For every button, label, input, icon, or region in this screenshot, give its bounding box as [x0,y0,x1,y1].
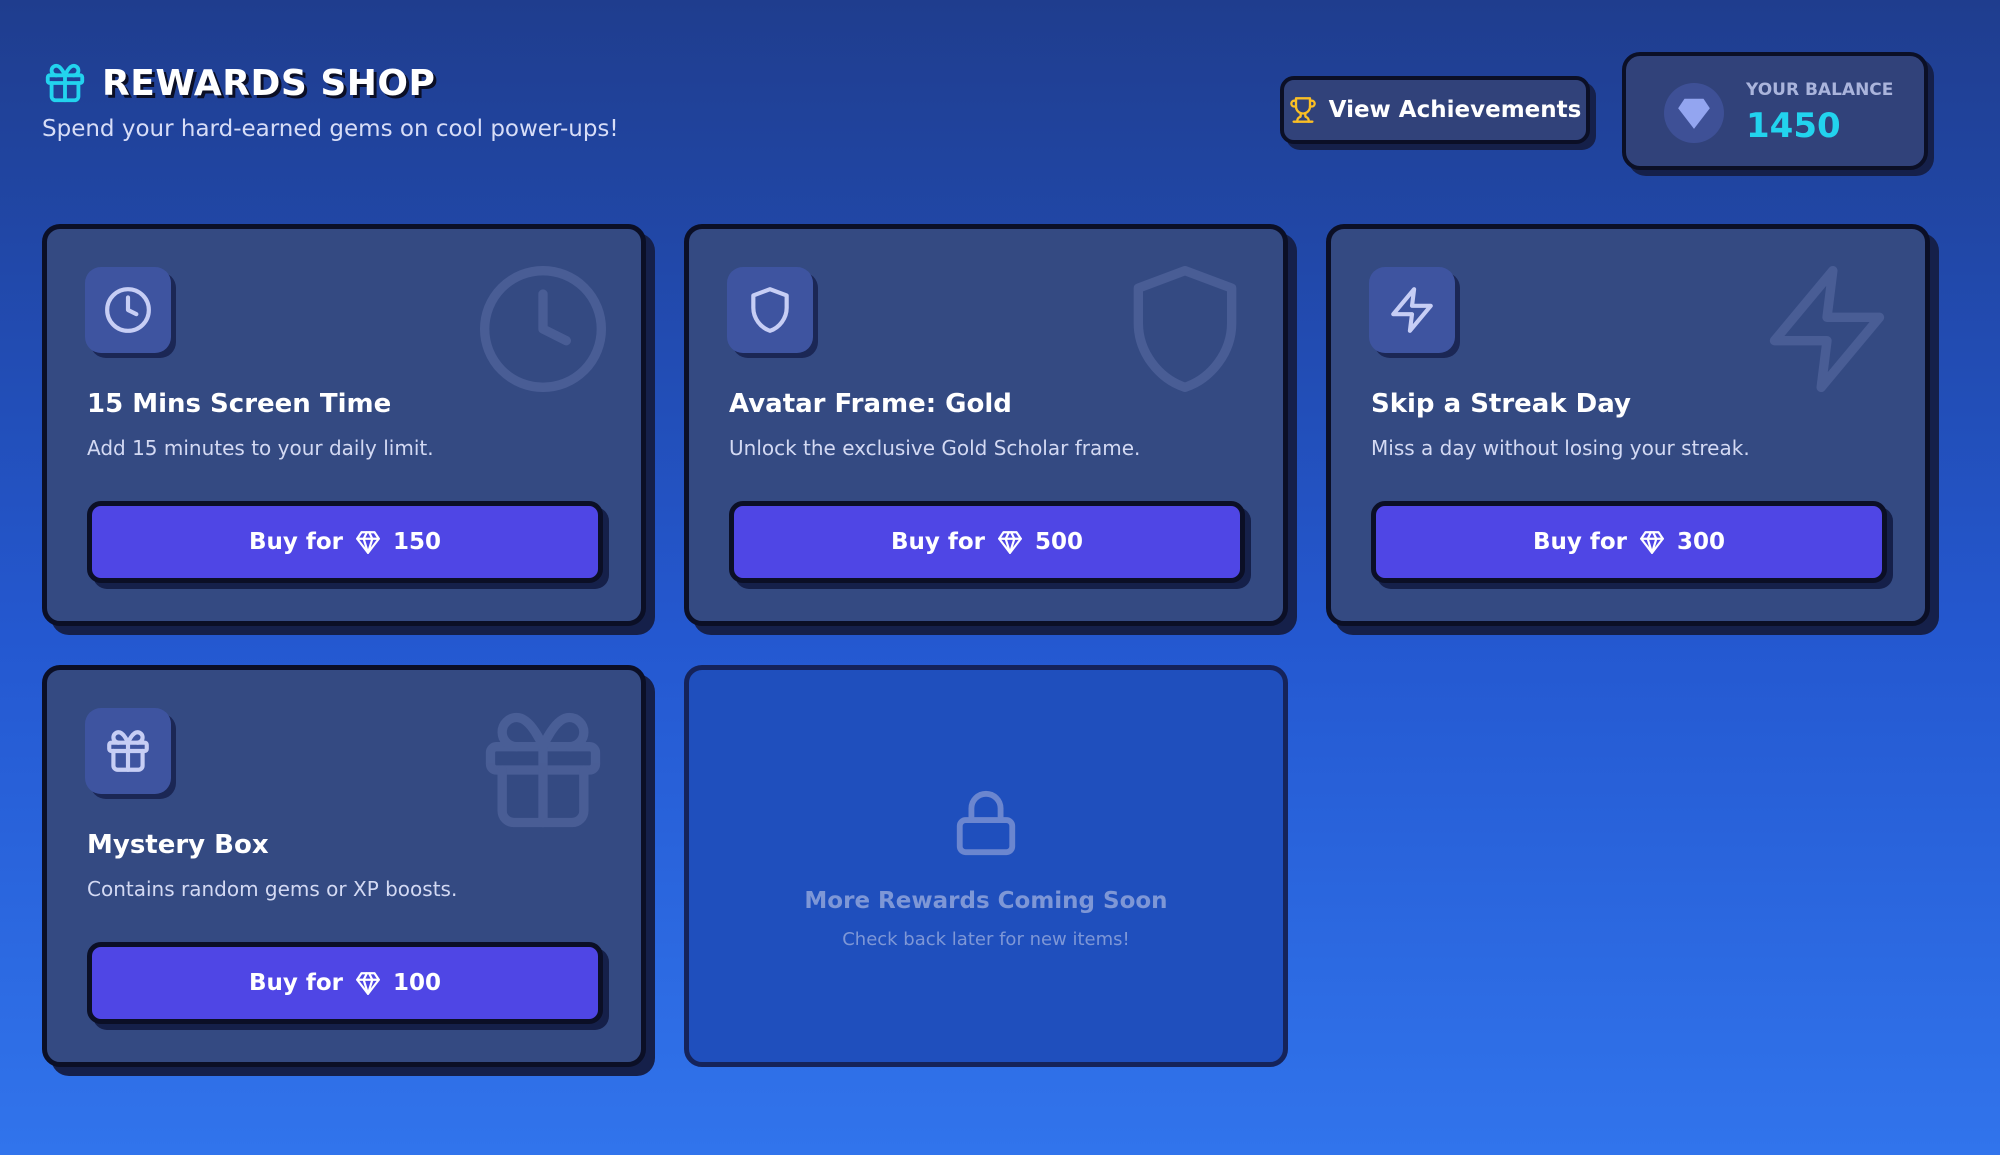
reward-card-mystery-box: Mystery Box Contains random gems or XP b… [42,665,646,1067]
card-icon-badge [1369,267,1455,353]
lock-icon [956,790,1016,856]
card-title: Avatar Frame: Gold [729,389,1012,419]
gift-icon [107,730,149,772]
price-value: 500 [1035,529,1084,555]
buy-button-avatar-frame[interactable]: Buy for 500 [729,501,1245,583]
balance-label: YOUR BALANCE [1746,80,1894,100]
gem-icon [1640,531,1664,554]
card-title: Skip a Streak Day [1371,389,1631,419]
card-icon-badge [727,267,813,353]
card-icon-badge [85,267,171,353]
card-icon-badge [85,708,171,794]
gift-icon [45,63,85,103]
buy-label: Buy for [248,970,344,996]
card-title: Mystery Box [87,830,269,860]
price-value: 150 [393,529,442,555]
reward-card-avatar-frame: Avatar Frame: Gold Unlock the exclusive … [684,224,1288,626]
buy-label: Buy for [248,529,344,555]
card-description: Add 15 minutes to your daily limit. [87,436,434,460]
buy-button-skip-streak[interactable]: Buy for 300 [1371,501,1887,583]
clock-icon [480,266,606,392]
gem-icon [356,972,380,995]
page-subtitle: Spend your hard-earned gems on cool powe… [42,116,619,142]
reward-card-screen-time: 15 Mins Screen Time Add 15 minutes to yo… [42,224,646,626]
card-description: Contains random gems or XP boosts. [87,877,458,901]
page-title: REWARDS SHOP [102,62,436,104]
buy-label: Buy for [1532,529,1628,555]
coming-soon-title: More Rewards Coming Soon [804,888,1168,914]
balance-gem-badge [1664,83,1724,143]
shield-icon [1133,266,1237,392]
card-title: 15 Mins Screen Time [87,389,392,419]
view-achievements-button[interactable]: View Achievements [1280,76,1590,144]
title-row: REWARDS SHOP [42,60,619,106]
card-description: Unlock the exclusive Gold Scholar frame. [729,436,1141,460]
coming-soon-subtitle: Check back later for new items! [842,929,1130,950]
buy-label: Buy for [890,529,986,555]
gem-icon [998,531,1022,554]
buy-button-mystery-box[interactable]: Buy for 100 [87,942,603,1024]
gem-icon [356,531,380,554]
page-header: REWARDS SHOP Spend your hard-earned gems… [42,60,619,143]
view-achievements-label: View Achievements [1328,97,1582,123]
trophy-icon [1289,97,1316,123]
reward-card-skip-streak: Skip a Streak Day Miss a day without los… [1326,224,1930,626]
coming-soon-card: More Rewards Coming Soon Check back late… [684,665,1288,1067]
clock-icon [105,287,151,333]
price-value: 100 [393,970,442,996]
balance-panel: YOUR BALANCE 1450 [1622,52,1928,170]
lightning-icon [1769,266,1885,392]
buy-button-screen-time[interactable]: Buy for 150 [87,501,603,583]
shield-icon [751,287,789,333]
card-description: Miss a day without losing your streak. [1371,436,1750,460]
gift-icon [485,712,601,828]
lightning-icon [1391,287,1433,333]
balance-value: 1450 [1746,106,1841,146]
gem-icon [1678,98,1710,129]
price-value: 300 [1677,529,1726,555]
